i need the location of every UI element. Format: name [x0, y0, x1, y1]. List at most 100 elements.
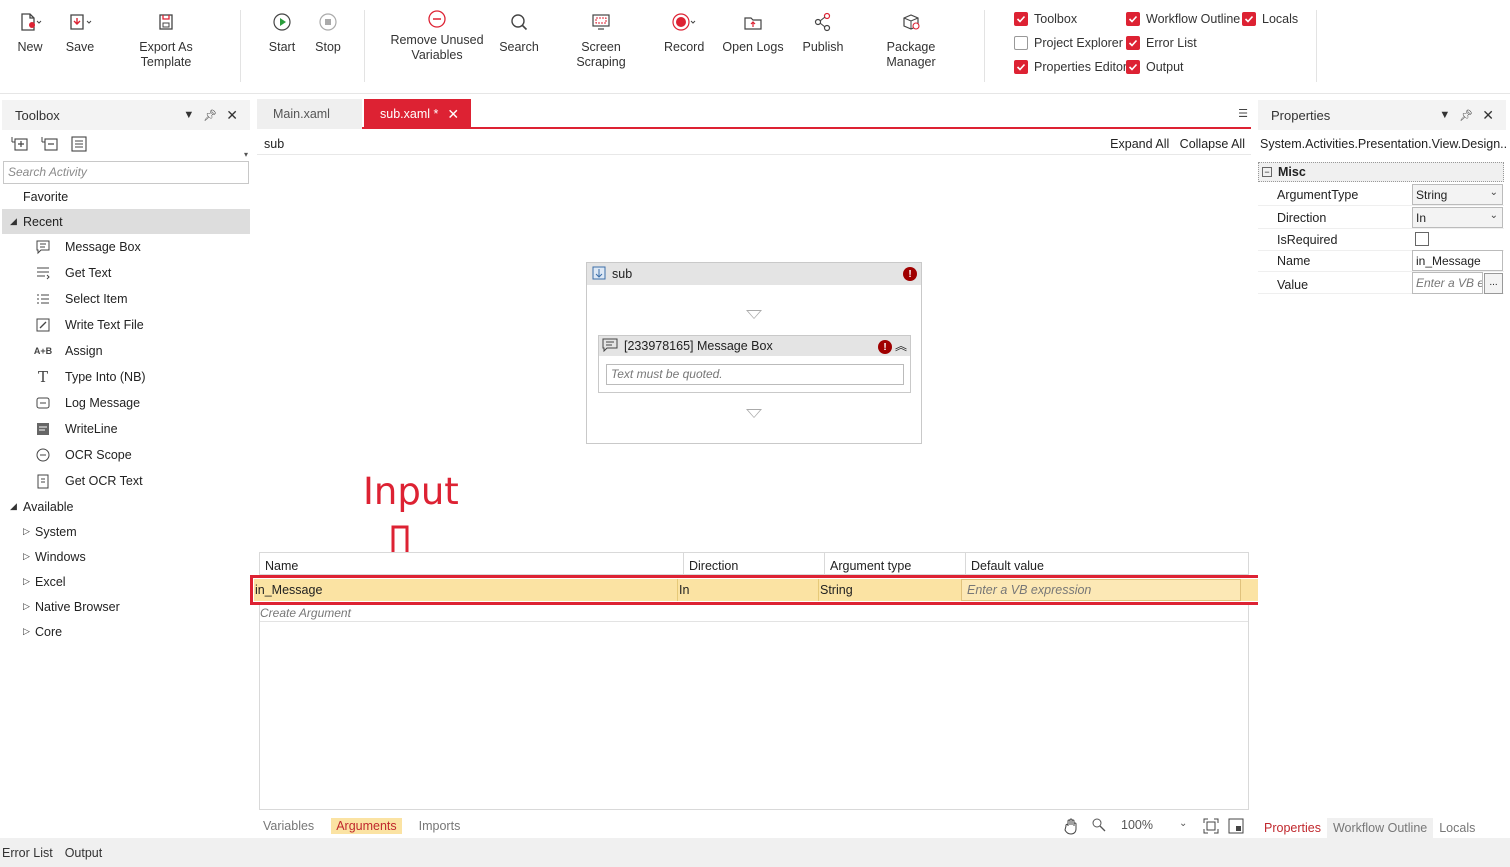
- error-list-checkbox[interactable]: Error List: [1126, 36, 1197, 50]
- tab-main-xaml[interactable]: Main.xaml: [257, 99, 362, 129]
- column-default-value[interactable]: Default value: [966, 553, 1248, 575]
- search-button[interactable]: Search: [498, 8, 540, 55]
- remove-unused-variables-button[interactable]: Remove Unused Variables: [390, 8, 484, 63]
- package-manager-button[interactable]: Package Manager: [861, 8, 961, 70]
- activity-get-ocr-text[interactable]: Get OCR Text: [2, 468, 250, 494]
- is-required-checkbox[interactable]: [1415, 232, 1429, 246]
- message-box-activity[interactable]: [233978165] Message Box ! ︽ Text must be…: [598, 335, 911, 393]
- dropdown-icon[interactable]: ▼: [183, 109, 194, 121]
- new-button[interactable]: New: [14, 8, 46, 55]
- project-explorer-checkbox[interactable]: Project Explorer: [1014, 36, 1123, 50]
- collapse-all-link[interactable]: Collapse All: [1180, 137, 1245, 151]
- checkbox-checked-icon: [1126, 60, 1140, 74]
- tree-favorite[interactable]: Favorite: [2, 184, 250, 209]
- chevron-down-icon: ⌄: [1489, 210, 1498, 221]
- activity-writeline[interactable]: WriteLine: [2, 416, 250, 442]
- message-box-header: [233978165] Message Box ! ︽: [599, 336, 910, 356]
- argument-type-select[interactable]: String ⌄: [1412, 184, 1503, 205]
- properties-editor-checkbox[interactable]: Properties Editor: [1014, 60, 1127, 74]
- pin-icon[interactable]: 📌︎: [203, 109, 217, 122]
- tree-core[interactable]: ▷ Core: [2, 619, 250, 644]
- direction-select[interactable]: In ⌄: [1412, 207, 1503, 228]
- breadcrumb[interactable]: sub: [264, 137, 284, 151]
- activity-select-item[interactable]: Select Item: [2, 286, 250, 312]
- collapsed-arrow-icon: ▷: [23, 601, 30, 611]
- column-argument-type[interactable]: Argument type: [825, 553, 966, 575]
- tab-error-list[interactable]: Error List: [0, 846, 59, 860]
- name-input[interactable]: in_Message: [1412, 250, 1503, 271]
- tab-arguments[interactable]: Arguments: [331, 818, 402, 834]
- zoom-icon[interactable]: [1091, 817, 1107, 836]
- create-argument-link[interactable]: Create Argument: [260, 606, 351, 620]
- search-activity-input[interactable]: Search Activity: [3, 161, 249, 184]
- close-tab-icon[interactable]: ✕: [447, 106, 459, 123]
- list-view-icon[interactable]: [71, 136, 87, 155]
- tree-item-label: Excel: [35, 574, 66, 589]
- dropdown-icon[interactable]: ▼: [1439, 109, 1450, 121]
- close-icon[interactable]: ✕: [226, 107, 238, 124]
- fit-to-screen-icon[interactable]: [1203, 818, 1219, 837]
- tree-system[interactable]: ▷ System: [2, 519, 250, 544]
- expression-editor-button[interactable]: ...: [1484, 273, 1503, 294]
- activity-get-text[interactable]: Get Text: [2, 260, 250, 286]
- activity-log-message[interactable]: Log Message: [2, 390, 250, 416]
- collapse-icon[interactable]: ︽: [895, 337, 907, 354]
- column-name[interactable]: Name: [260, 553, 684, 575]
- argument-row[interactable]: in_Message In String Enter a VB expressi…: [250, 575, 1262, 605]
- toolbox-checkbox[interactable]: Toolbox: [1014, 12, 1077, 26]
- tree-available[interactable]: ◢ Available: [2, 494, 250, 519]
- activity-ocr-scope[interactable]: OCR Scope: [2, 442, 250, 468]
- argument-default-value-input[interactable]: Enter a VB expression: [961, 579, 1241, 601]
- stop-button[interactable]: Stop: [312, 8, 344, 55]
- expand-all-icon[interactable]: [11, 136, 29, 155]
- screen-scraping-button[interactable]: Screen Scraping: [556, 8, 646, 70]
- tab-locals[interactable]: Locals: [1433, 818, 1481, 838]
- record-button[interactable]: Record: [664, 8, 704, 55]
- column-direction[interactable]: Direction: [684, 553, 825, 575]
- activity-write-text-file[interactable]: Write Text File: [2, 312, 250, 338]
- message-text-input[interactable]: Text must be quoted.: [606, 364, 904, 385]
- sequence-activity[interactable]: sub ! [233978165] Message Box ! ︽ Text m…: [586, 262, 922, 444]
- workflow-outline-checkbox[interactable]: Workflow Outline: [1126, 12, 1240, 26]
- save-button[interactable]: Save: [63, 8, 97, 55]
- hand-pan-icon[interactable]: [1063, 817, 1081, 838]
- tree-recent[interactable]: ◢ Recent: [2, 209, 250, 234]
- pin-icon[interactable]: 📌︎: [1459, 109, 1473, 122]
- argument-name-cell[interactable]: in_Message: [254, 579, 678, 601]
- tree-excel[interactable]: ▷ Excel: [2, 569, 250, 594]
- value-input[interactable]: Enter a VB e: [1412, 272, 1483, 294]
- overflow-icon[interactable]: ▾: [244, 150, 248, 159]
- export-template-button[interactable]: Export As Template: [113, 8, 219, 70]
- tab-label: sub.xaml *: [380, 107, 439, 121]
- collapse-category-icon[interactable]: −: [1262, 167, 1272, 177]
- activity-type-into[interactable]: T Type Into (NB): [2, 364, 250, 390]
- output-checkbox-label: Output: [1146, 60, 1184, 74]
- collapse-all-icon[interactable]: [41, 136, 59, 155]
- tab-overflow-icon[interactable]: ☰: [1238, 107, 1248, 120]
- tree-item-label: System: [35, 524, 77, 539]
- tab-properties[interactable]: Properties: [1258, 818, 1327, 838]
- zoom-level[interactable]: 100%: [1121, 818, 1153, 832]
- tree-native-browser[interactable]: ▷ Native Browser: [2, 594, 250, 619]
- tab-workflow-outline[interactable]: Workflow Outline: [1326, 818, 1434, 838]
- tab-output[interactable]: Output: [63, 846, 109, 860]
- output-checkbox[interactable]: Output: [1126, 60, 1184, 74]
- argument-type-cell[interactable]: String: [819, 579, 960, 601]
- tab-variables[interactable]: Variables: [258, 818, 319, 834]
- zoom-dropdown-icon[interactable]: ⌄: [1179, 818, 1187, 829]
- publish-button[interactable]: Publish: [801, 8, 845, 55]
- category-misc[interactable]: − Misc: [1258, 162, 1504, 182]
- activity-message-box[interactable]: Message Box: [2, 234, 250, 260]
- open-logs-button[interactable]: Open Logs: [722, 8, 784, 55]
- tab-imports[interactable]: Imports: [414, 818, 466, 834]
- tab-sub-xaml[interactable]: sub.xaml * ✕: [364, 99, 471, 129]
- tree-windows[interactable]: ▷ Windows: [2, 544, 250, 569]
- overview-icon[interactable]: [1228, 818, 1244, 837]
- start-button[interactable]: Start: [266, 8, 298, 55]
- activity-assign[interactable]: A+B Assign: [2, 338, 250, 364]
- argument-direction-cell[interactable]: In: [678, 579, 819, 601]
- package-icon: [861, 8, 961, 36]
- locals-checkbox[interactable]: Locals: [1242, 12, 1298, 26]
- close-icon[interactable]: ✕: [1482, 107, 1494, 124]
- expand-all-link[interactable]: Expand All: [1110, 137, 1169, 151]
